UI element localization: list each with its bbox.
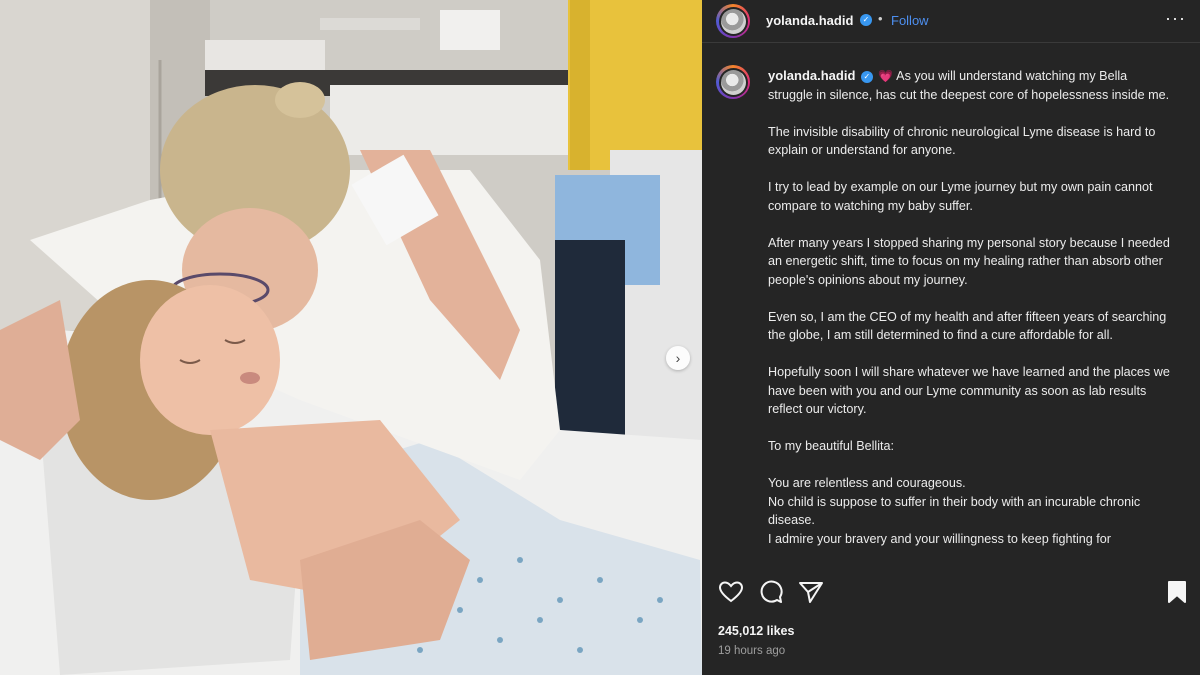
caption-scroll-area[interactable]: yolanda.hadid ✓ 💗 As you will understand…	[702, 43, 1200, 568]
heart-emoji: 💗	[878, 69, 894, 83]
action-bar	[702, 580, 1200, 612]
bookmark-icon[interactable]	[1166, 580, 1188, 604]
caption-paragraph: After many years I stopped sharing my pe…	[768, 235, 1170, 287]
caption-paragraph: To my beautiful Bellita:	[768, 439, 894, 453]
separator-dot: •	[878, 11, 883, 26]
follow-button[interactable]: Follow	[891, 13, 929, 28]
caption-paragraph: I try to lead by example on our Lyme jou…	[768, 180, 1153, 213]
caption-paragraph: Hopefully soon I will share whatever we …	[768, 365, 1170, 416]
verified-badge-icon: ✓	[860, 14, 872, 26]
post-photo[interactable]: ›	[0, 0, 702, 675]
paper-plane-icon[interactable]	[798, 580, 824, 604]
author-username[interactable]: yolanda.hadid	[766, 13, 853, 28]
profile-picture	[720, 69, 746, 95]
caption-text: yolanda.hadid ✓ 💗 As you will understand…	[768, 67, 1172, 567]
caption-paragraph: yolanda.hadid ✓ 💗 As you will understand…	[768, 67, 1172, 104]
caption-paragraph: Even so, I am the CEO of my health and a…	[768, 309, 1167, 343]
avatar[interactable]	[716, 4, 750, 38]
avatar[interactable]	[716, 65, 750, 99]
caption-username[interactable]: yolanda.hadid	[768, 68, 855, 83]
caption-paragraph: The invisible disability of chronic neur…	[768, 124, 1156, 158]
more-options-button[interactable]: ···	[1165, 8, 1186, 29]
chevron-right-icon: ›	[675, 350, 681, 366]
post-panel: yolanda.hadid ✓ • Follow ··· yolanda.had…	[702, 0, 1200, 675]
likes-count[interactable]: 245,012 likes	[718, 624, 794, 638]
post-header: yolanda.hadid ✓ • Follow ···	[702, 0, 1200, 42]
post-timestamp[interactable]: 19 hours ago	[718, 645, 785, 657]
photo-illustration	[0, 0, 702, 675]
profile-picture	[720, 8, 746, 34]
next-photo-button[interactable]: ›	[666, 346, 690, 370]
heart-outline-icon[interactable]	[718, 580, 744, 604]
caption-paragraph: You are relentless and courageous. No ch…	[768, 476, 1141, 546]
comment-bubble-icon[interactable]	[758, 580, 784, 604]
verified-badge-icon: ✓	[860, 70, 873, 83]
